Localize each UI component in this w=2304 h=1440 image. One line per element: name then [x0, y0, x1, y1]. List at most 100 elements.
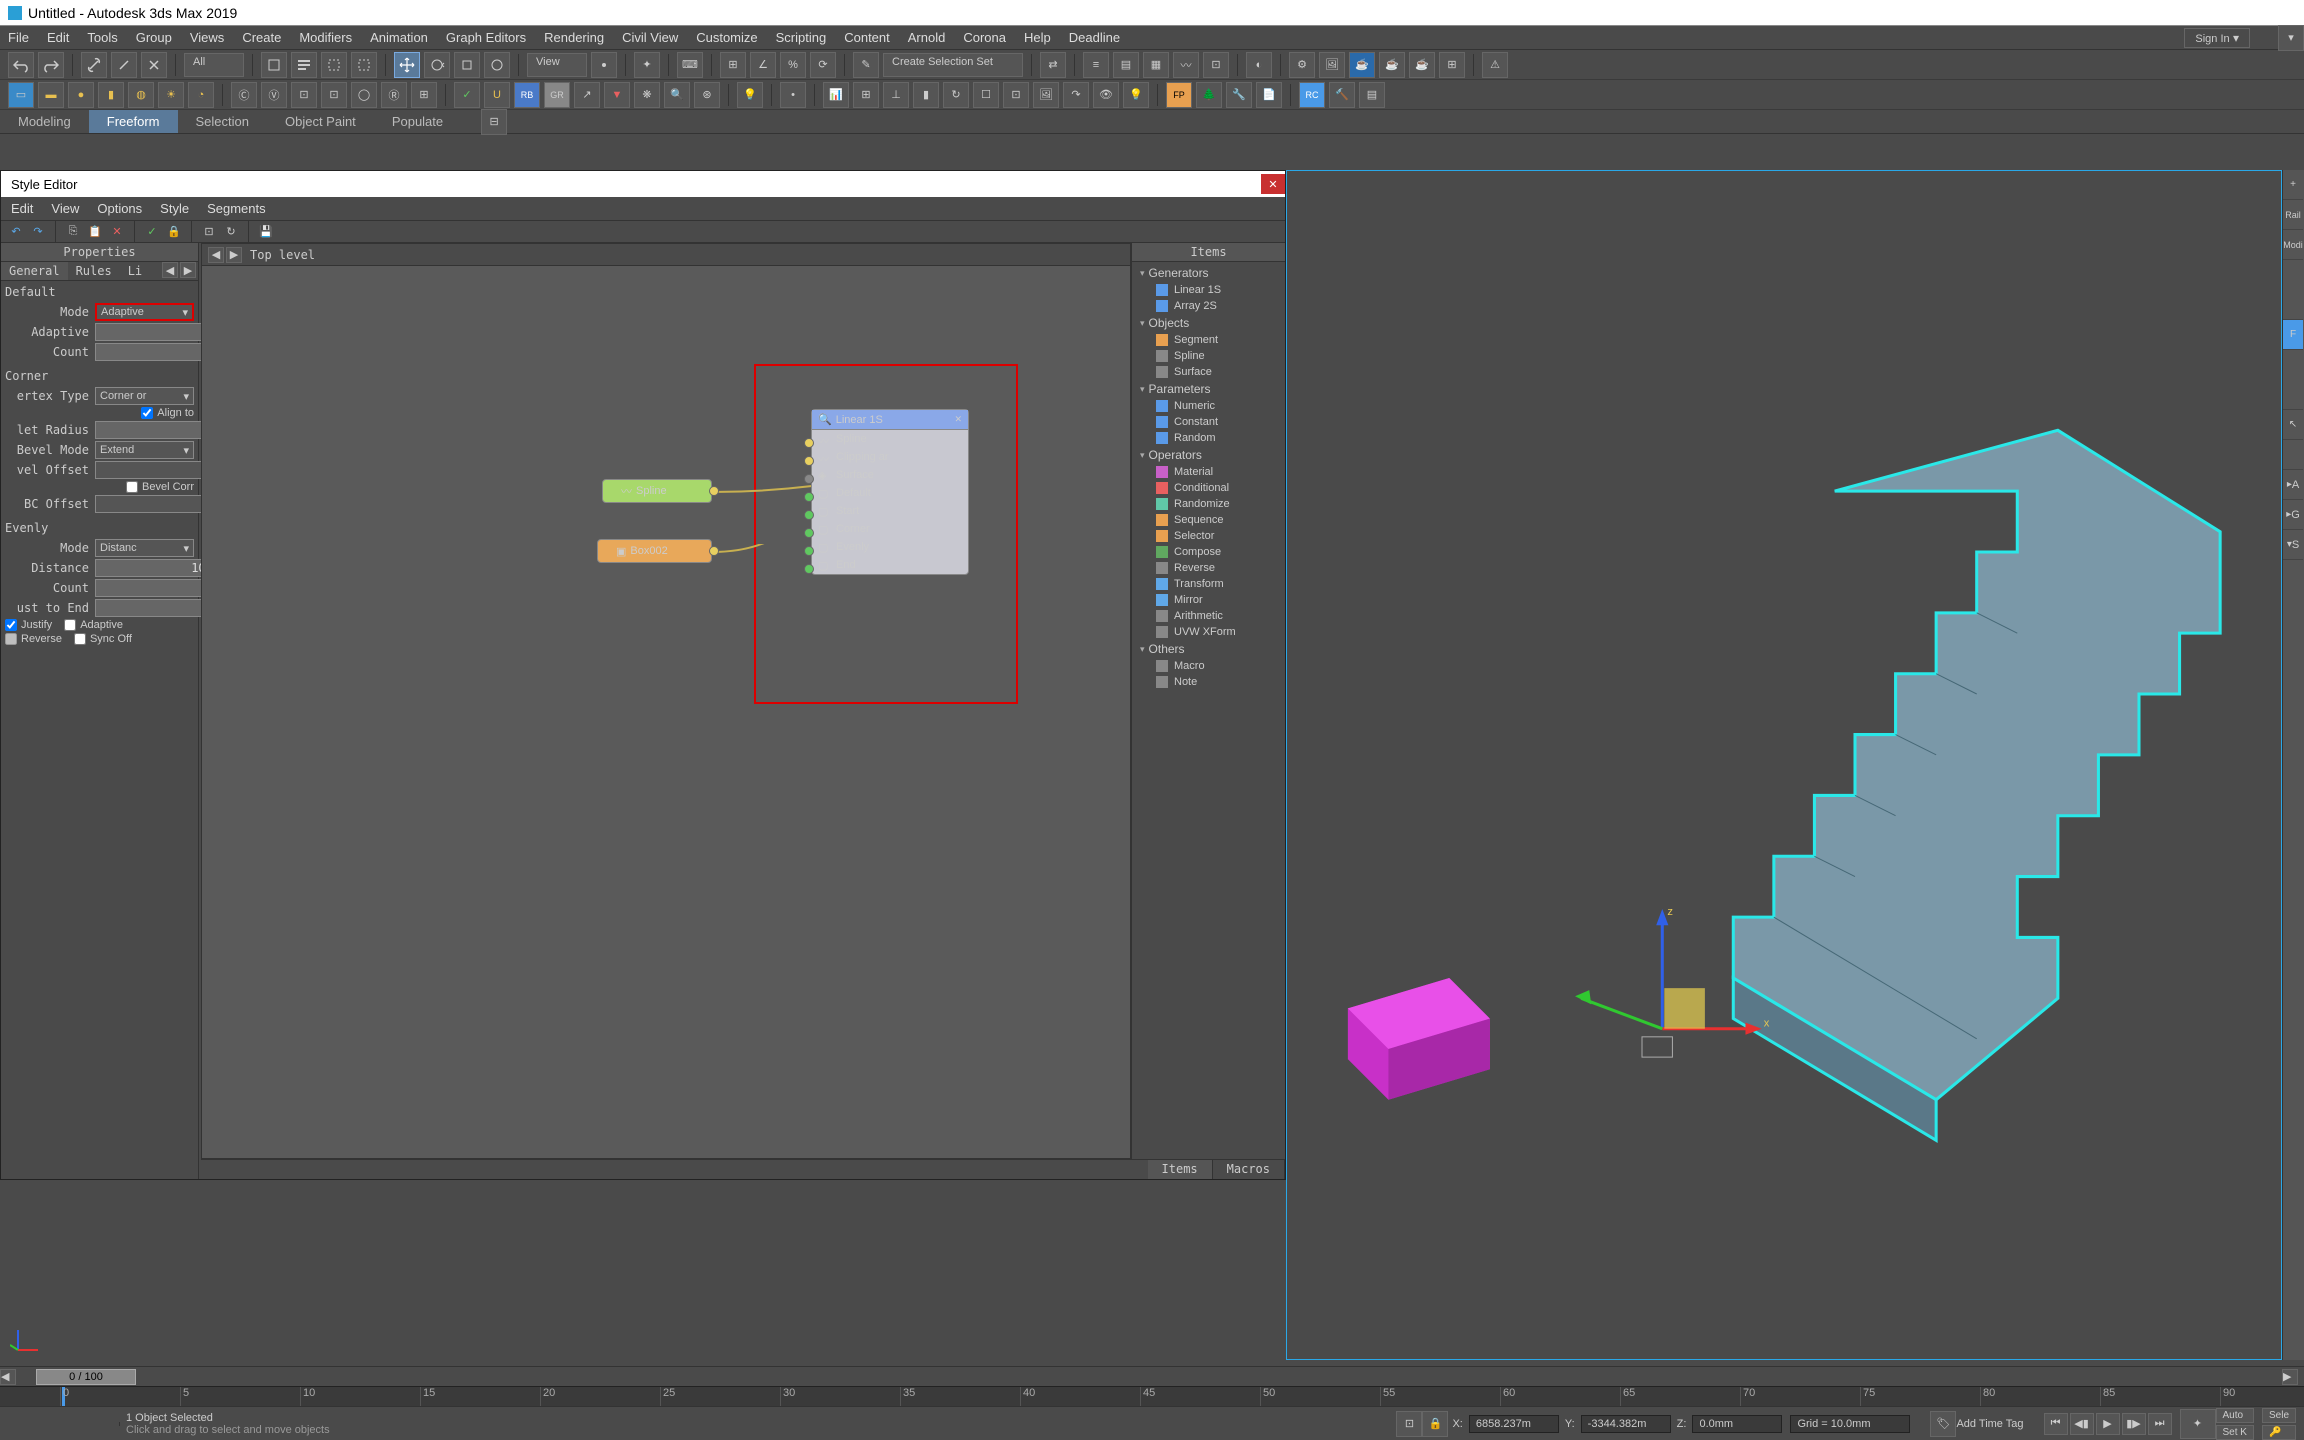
play-button[interactable]: ▶ — [2096, 1413, 2120, 1435]
render-setup-button[interactable]: ⚙ — [1289, 52, 1315, 78]
stair-object[interactable] — [1733, 430, 2220, 1140]
select-object-button[interactable] — [261, 52, 287, 78]
filter-button[interactable]: ▼ — [604, 82, 630, 108]
select-place-button[interactable] — [484, 52, 510, 78]
se-menu-edit[interactable]: Edit — [11, 201, 33, 216]
menu-views[interactable]: Views — [190, 30, 224, 45]
tree-item[interactable]: Spline — [1136, 348, 1281, 364]
list-button[interactable]: ▤ — [1359, 82, 1385, 108]
c-button[interactable]: Ⓒ — [231, 82, 257, 108]
schematic-view-button[interactable]: ⊡ — [1203, 52, 1229, 78]
tree-item[interactable]: UVW XForm — [1136, 624, 1281, 640]
tree-button[interactable]: 🌲 — [1196, 82, 1222, 108]
spline-port-out[interactable] — [709, 486, 719, 496]
select-rect-button[interactable] — [321, 52, 347, 78]
crop-button[interactable]: ⊡ — [1003, 82, 1029, 108]
menu-group[interactable]: Group — [136, 30, 172, 45]
sphere-prim-button[interactable]: ● — [68, 82, 94, 108]
hammer-button[interactable]: 🔨 — [1329, 82, 1355, 108]
ribbon-toggle[interactable]: ⊟ — [481, 109, 507, 135]
box-object[interactable] — [1348, 978, 1490, 1100]
percent-snap-toggle[interactable]: % — [780, 52, 806, 78]
se-menu-segments[interactable]: Segments — [207, 201, 266, 216]
port-evenly[interactable] — [804, 546, 814, 556]
eye-button[interactable]: 👁 — [1093, 82, 1119, 108]
gr-button[interactable]: GR — [544, 82, 570, 108]
menu-tools[interactable]: Tools — [87, 30, 117, 45]
se-menu-options[interactable]: Options — [97, 201, 142, 216]
timeslider-handle[interactable]: 0 / 100 — [36, 1369, 136, 1385]
y-coord[interactable]: -3344.382m — [1581, 1415, 1671, 1433]
snap-toggle[interactable]: ⊞ — [720, 52, 746, 78]
cmd-g-rollout[interactable]: ▸ G — [2283, 500, 2303, 530]
select-window-button[interactable] — [351, 52, 377, 78]
menu-create[interactable]: Create — [242, 30, 281, 45]
goto-start-button[interactable]: ⏮ — [2044, 1413, 2068, 1435]
pic-button[interactable]: 🖼 — [1033, 82, 1059, 108]
port-start[interactable] — [804, 510, 814, 520]
node-linear1s[interactable]: 🔍Linear 1S ✕ 〰Spline 〰Clipping ar ◈Surfa… — [811, 409, 969, 575]
bulb2-button[interactable]: 💡 — [1123, 82, 1149, 108]
macros-tab[interactable]: Macros — [1213, 1160, 1285, 1179]
render-button[interactable]: ☕ — [1349, 52, 1375, 78]
circle-button[interactable]: ◯ — [351, 82, 377, 108]
port-default[interactable] — [804, 492, 814, 502]
se-lock-button[interactable]: 🔒 — [165, 223, 183, 241]
spotlight-button[interactable]: ◔ — [188, 82, 214, 108]
layer-explorer-button[interactable]: ▤ — [1113, 52, 1139, 78]
arrow2-button[interactable]: ↷ — [1063, 82, 1089, 108]
link-button[interactable] — [81, 52, 107, 78]
fp-button[interactable]: FP — [1166, 82, 1192, 108]
refresh-button[interactable]: ↻ — [943, 82, 969, 108]
tree-item[interactable]: Compose — [1136, 544, 1281, 560]
render-button-3[interactable]: ☕ — [1409, 52, 1435, 78]
select-by-name-button[interactable] — [291, 52, 317, 78]
vtype-dropdown[interactable]: Corner or▾ — [95, 387, 194, 405]
box-port-out[interactable] — [709, 546, 719, 556]
items-tab[interactable]: Items — [1148, 1160, 1213, 1179]
tree-category[interactable]: Parameters — [1136, 380, 1281, 398]
select-rotate-button[interactable] — [424, 52, 450, 78]
port-surface[interactable] — [804, 474, 814, 484]
se-menu-view[interactable]: View — [51, 201, 79, 216]
rendered-frame-button[interactable]: 🖼 — [1319, 52, 1345, 78]
cmd-pick-button[interactable]: ↖ — [2283, 410, 2303, 440]
ribbon-populate[interactable]: Populate — [374, 110, 461, 133]
tree-item[interactable]: Surface — [1136, 364, 1281, 380]
curve-editor-button[interactable]: 〰 — [1173, 52, 1199, 78]
cad-button[interactable]: ⊡ — [291, 82, 317, 108]
eadaptive-checkbox[interactable]: Adaptive — [64, 619, 123, 631]
x-coord[interactable]: 6858.237m — [1469, 1415, 1559, 1433]
keyboard-button[interactable]: ⌨ — [677, 52, 703, 78]
prop-tab-general[interactable]: General — [1, 262, 68, 280]
menu-scripting[interactable]: Scripting — [776, 30, 827, 45]
u-button[interactable]: U — [484, 82, 510, 108]
align-checkbox[interactable]: Align to — [141, 407, 194, 419]
tree-item[interactable]: Linear 1S — [1136, 282, 1281, 298]
circle-r-button[interactable]: Ⓡ — [381, 82, 407, 108]
redo-button[interactable] — [38, 52, 64, 78]
z-coord[interactable]: 0.0mm — [1692, 1415, 1782, 1433]
cmd-s-rollout[interactable]: ▾ S — [2283, 530, 2303, 560]
port-spline[interactable] — [804, 438, 814, 448]
tree-category[interactable]: Others — [1136, 640, 1281, 658]
spinner-snap-toggle[interactable]: ⟳ — [810, 52, 836, 78]
prop-tab-rules[interactable]: Rules — [68, 262, 120, 280]
box-prim2-button[interactable]: ▬ — [38, 82, 64, 108]
wrench-button[interactable]: 🔧 — [1226, 82, 1252, 108]
viewport[interactable]: z x — [1286, 170, 2282, 1360]
port-corner[interactable] — [804, 528, 814, 538]
tree-item[interactable]: Sequence — [1136, 512, 1281, 528]
manipulate-button[interactable]: ✦ — [634, 52, 660, 78]
axis-button[interactable]: ⊥ — [883, 82, 909, 108]
tree-category[interactable]: Operators — [1136, 446, 1281, 464]
tree-item[interactable]: Conditional — [1136, 480, 1281, 496]
add-time-tag[interactable]: Add Time Tag — [1956, 1418, 2023, 1430]
tree-item[interactable]: Random — [1136, 430, 1281, 446]
goto-end-button[interactable]: ⏭ — [2148, 1413, 2172, 1435]
tree-item[interactable]: Transform — [1136, 576, 1281, 592]
select-scale-button[interactable] — [454, 52, 480, 78]
canvas-fwd-button[interactable]: ▶ — [226, 247, 242, 263]
ribbon-selection[interactable]: Selection — [178, 110, 267, 133]
menu-rendering[interactable]: Rendering — [544, 30, 604, 45]
